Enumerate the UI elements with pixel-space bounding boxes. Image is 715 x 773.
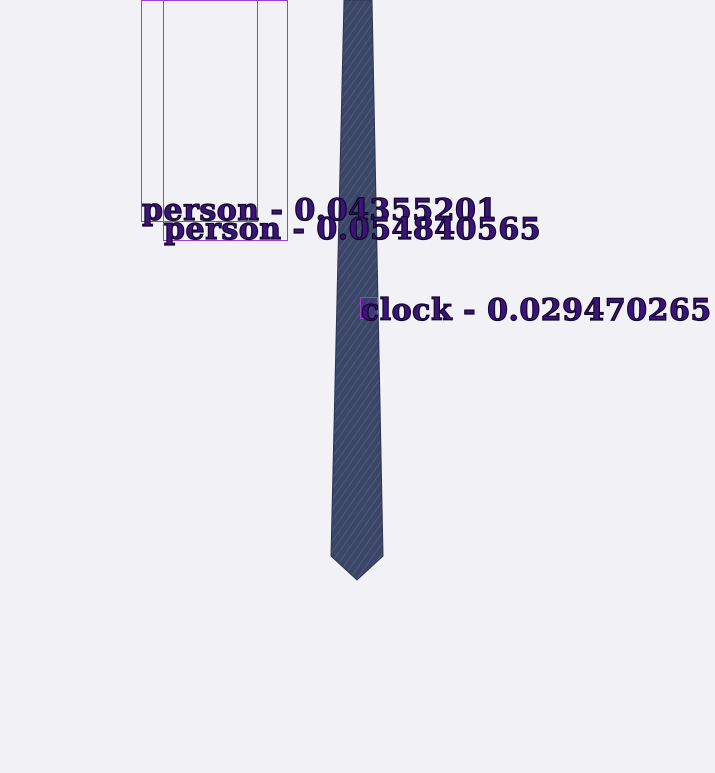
detection-label-person-2: person - 0.054840565: [163, 212, 542, 247]
photo-canvas: [330, 0, 384, 581]
detection-label-clock: clock - 0.029470265: [360, 293, 712, 328]
necktie: [330, 0, 384, 581]
